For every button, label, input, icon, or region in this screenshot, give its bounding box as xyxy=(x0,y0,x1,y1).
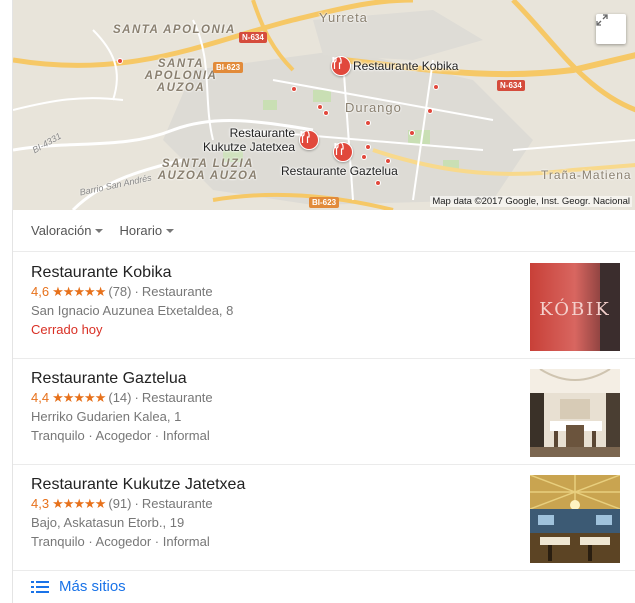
result-category: Restaurante xyxy=(141,390,213,405)
separator: · xyxy=(134,284,139,299)
map-pin-kukutze[interactable] xyxy=(299,130,319,150)
restaurant-icon xyxy=(300,131,310,143)
map-pin-label-gaztelua: Restaurante Gaztelua xyxy=(281,164,398,178)
map-label-durango: Durango xyxy=(345,100,402,115)
map-dot[interactable] xyxy=(409,130,415,136)
photo-kukutze xyxy=(530,475,620,563)
road-shield-n634: N-634 xyxy=(239,32,267,43)
map-pin-label-kukutze: Restaurante Kukutze Jatetxea xyxy=(202,126,295,154)
map-dot[interactable] xyxy=(291,86,297,92)
star-rating-icon: ★★★★★ xyxy=(52,390,106,405)
separator: · xyxy=(134,496,139,511)
restaurant-icon xyxy=(332,57,342,69)
separator: · xyxy=(134,390,139,405)
map[interactable]: SANTA APOLONIA SANTA APOLONIA AUZOA Yurr… xyxy=(13,0,635,210)
photo-text: KÓBIK xyxy=(539,297,611,320)
review-count: (91) xyxy=(108,496,132,511)
more-places-label: Más sitios xyxy=(59,578,126,595)
map-pin-label-kobika: Restaurante Kobika xyxy=(353,59,459,73)
result-category: Restaurante xyxy=(141,284,213,299)
map-dot[interactable] xyxy=(433,84,439,90)
map-dot[interactable] xyxy=(323,110,329,116)
road-shield-n634-east: N-634 xyxy=(497,80,525,91)
rating-score: 4,6 xyxy=(31,284,50,299)
map-dot[interactable] xyxy=(365,144,371,150)
star-rating-icon: ★★★★★ xyxy=(52,496,106,511)
caret-down-icon xyxy=(166,229,175,233)
map-label-yurreta: Yurreta xyxy=(319,10,368,25)
star-rating-icon: ★★★★★ xyxy=(52,284,106,299)
expand-icon xyxy=(596,14,608,26)
road-shield-bi623: BI-623 xyxy=(213,62,244,73)
result-category: Restaurante xyxy=(141,496,213,511)
photo-gaztelua xyxy=(530,369,620,457)
filter-label: Horario xyxy=(119,223,163,238)
filter-label: Valoración xyxy=(31,223,92,238)
photo-kobika: KÓBIK xyxy=(530,263,620,351)
map-label-trana-matiena: Traña-Matiena xyxy=(541,168,632,182)
map-credit: Map data ©2017 Google, Inst. Geogr. Naci… xyxy=(430,196,632,207)
result-kobika[interactable]: Restaurante Kobika 4,6 ★★★★★ (78) · Rest… xyxy=(13,253,635,359)
map-dot[interactable] xyxy=(317,104,323,110)
caret-down-icon xyxy=(95,229,104,233)
local-results-card: SANTA APOLONIA SANTA APOLONIA AUZOA Yurr… xyxy=(12,0,635,603)
map-dot[interactable] xyxy=(365,120,371,126)
road-shield-bi623-south: BI-623 xyxy=(309,197,340,208)
more-places-link[interactable]: Más sitios xyxy=(13,570,635,603)
rating-score: 4,4 xyxy=(31,390,50,405)
map-label-santa-luzia: SANTA LUZIA AUZOA AUZOA xyxy=(157,158,259,182)
result-kukutze[interactable]: Restaurante Kukutze Jatetxea 4,3 ★★★★★ (… xyxy=(13,465,635,571)
filter-horario[interactable]: Horario xyxy=(119,223,175,238)
filter-bar: Valoración Horario xyxy=(13,210,635,252)
map-dot[interactable] xyxy=(427,108,433,114)
map-pin-kobika[interactable] xyxy=(331,56,351,76)
list-icon xyxy=(31,580,49,593)
rating-score: 4,3 xyxy=(31,496,50,511)
result-thumbnail[interactable] xyxy=(530,369,620,457)
review-count: (14) xyxy=(108,390,132,405)
result-gaztelua[interactable]: Restaurante Gaztelua 4,4 ★★★★★ (14) · Re… xyxy=(13,359,635,465)
result-thumbnail[interactable]: KÓBIK xyxy=(530,263,620,351)
map-label-santa-apolonia: SANTA APOLONIA xyxy=(113,24,236,36)
map-pin-gaztelua[interactable] xyxy=(333,142,353,162)
review-count: (78) xyxy=(108,284,132,299)
map-dot[interactable] xyxy=(117,58,123,64)
map-dot[interactable] xyxy=(361,154,367,160)
filter-valoracion[interactable]: Valoración xyxy=(31,223,104,238)
expand-map-button[interactable] xyxy=(596,14,626,44)
result-thumbnail[interactable] xyxy=(530,475,620,563)
map-dot[interactable] xyxy=(375,180,381,186)
restaurant-icon xyxy=(334,143,344,155)
map-label-santa-apolonia-auzoa: SANTA APOLONIA AUZOA xyxy=(144,58,218,94)
